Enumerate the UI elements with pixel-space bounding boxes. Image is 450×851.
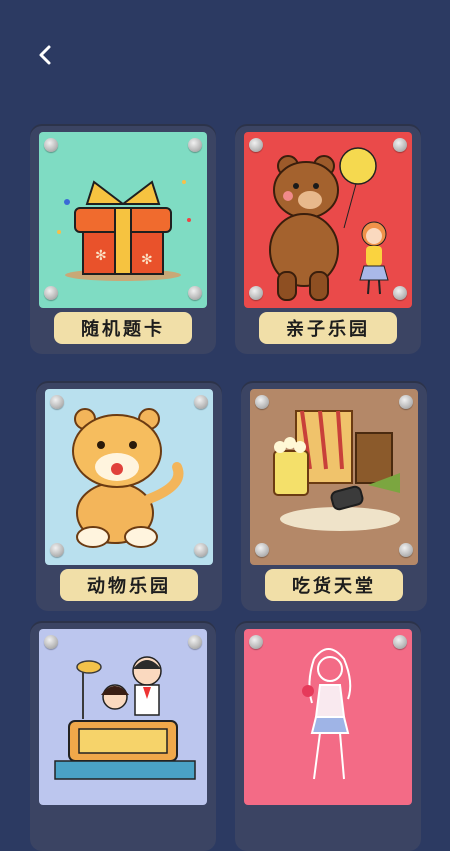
card-illustration <box>244 629 412 805</box>
card-random-question[interactable]: ✻ ✻ 随机题卡 <box>30 124 216 354</box>
card-children[interactable] <box>30 621 216 851</box>
card-label: 动物乐园 <box>60 569 198 601</box>
svg-text:✻: ✻ <box>141 252 153 268</box>
svg-text:✻: ✻ <box>95 248 107 264</box>
card-label: 亲子乐园 <box>259 312 397 344</box>
card-label: 吃货天堂 <box>265 569 403 601</box>
bear-illustration <box>269 147 389 301</box>
card-foodie-heaven[interactable]: 吃货天堂 <box>241 381 427 611</box>
card-illustration: ✻ ✻ <box>39 132 207 308</box>
chevron-left-icon <box>39 45 51 65</box>
card-illustration <box>250 389 418 565</box>
card-label: 随机题卡 <box>54 312 192 344</box>
card-illustration <box>39 629 207 805</box>
back-button[interactable] <box>28 38 62 72</box>
card-parent-child-park[interactable]: 亲子乐园 <box>235 124 421 354</box>
card-illustration <box>244 132 412 308</box>
gift-box-illustration: ✻ ✻ <box>57 180 191 281</box>
card-girl[interactable] <box>235 621 421 851</box>
tiger-illustration <box>72 408 184 548</box>
card-illustration <box>45 389 213 565</box>
children-illustration <box>54 656 196 780</box>
girl-sketch-illustration <box>302 648 352 780</box>
popcorn-illustration <box>273 410 400 531</box>
card-animal-park[interactable]: 动物乐园 <box>36 381 222 611</box>
